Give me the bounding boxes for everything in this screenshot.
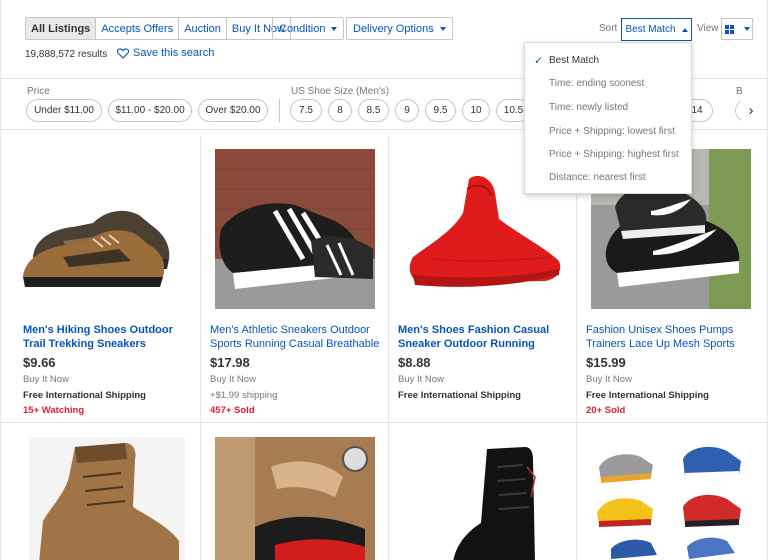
- listing-type-tabs: All Listings Accepts Offers Auction Buy …: [25, 17, 292, 40]
- size-9-pill[interactable]: 9: [395, 99, 419, 122]
- product-image[interactable]: [401, 437, 565, 560]
- product-shipping: Free International Shipping: [398, 390, 521, 401]
- sort-menu: ✓ Best Match Time: ending soonest Time: …: [524, 42, 692, 194]
- view-toggle-button[interactable]: [721, 18, 753, 40]
- sort-option-distance[interactable]: Distance: nearest first: [549, 172, 646, 183]
- chevron-down-icon: [743, 27, 750, 31]
- product-card[interactable]: [201, 423, 389, 560]
- sort-option-price-highest[interactable]: Price + Shipping: highest first: [549, 149, 679, 160]
- chevron-up-icon: [681, 27, 688, 32]
- product-title[interactable]: Fashion Unisex Shoes Pumps Trainers Lace…: [586, 323, 762, 351]
- save-search-label: Save this search: [133, 47, 215, 59]
- product-badge: 20+ Sold: [586, 405, 626, 416]
- product-title[interactable]: Men's Athletic Sneakers Outdoor Sports R…: [210, 323, 384, 351]
- product-image[interactable]: [29, 437, 185, 560]
- price-over-20-pill[interactable]: Over $20.00: [198, 99, 268, 122]
- product-image[interactable]: [23, 149, 175, 309]
- chevron-right-icon[interactable]: ›: [741, 98, 761, 122]
- product-format: Buy It Now: [586, 374, 632, 385]
- product-card[interactable]: [1, 423, 201, 560]
- sort-selected-value: Best Match: [625, 24, 676, 35]
- condition-dropdown[interactable]: Condition: [272, 17, 345, 40]
- size-10-pill[interactable]: 10: [462, 99, 490, 122]
- tab-all-listings[interactable]: All Listings: [26, 18, 97, 39]
- product-card[interactable]: Men's Hiking Shoes Outdoor Trail Trekkin…: [1, 135, 201, 423]
- sort-dropdown-button[interactable]: Best Match: [621, 18, 692, 41]
- checkmark-icon: ✓: [534, 55, 544, 67]
- price-filter-label: Price: [27, 86, 50, 97]
- product-format: Buy It Now: [210, 374, 256, 385]
- product-image[interactable]: [591, 437, 751, 560]
- shoe-size-filter-label: US Shoe Size (Men's): [291, 86, 390, 97]
- condition-label: Condition: [279, 22, 326, 35]
- product-image[interactable]: [215, 437, 375, 560]
- size-8-pill[interactable]: 8: [328, 99, 352, 122]
- product-card[interactable]: [577, 423, 768, 560]
- search-results-page: All Listings Accepts Offers Auction Buy …: [0, 0, 768, 560]
- partial-filter-label: B: [736, 86, 743, 97]
- save-search-link[interactable]: Save this search: [117, 47, 214, 59]
- product-price: $8.88: [398, 355, 431, 370]
- price-11-20-pill[interactable]: $11.00 - $20.00: [108, 99, 192, 122]
- sort-label: Sort: [599, 23, 618, 34]
- product-card[interactable]: [389, 423, 577, 560]
- product-image[interactable]: [215, 149, 375, 309]
- sort-option-newly-listed[interactable]: Time: newly listed: [549, 102, 628, 113]
- product-card[interactable]: Men's Athletic Sneakers Outdoor Sports R…: [201, 135, 389, 423]
- divider: [279, 99, 280, 122]
- product-title[interactable]: Men's Shoes Fashion Casual Sneaker Outdo…: [398, 323, 572, 351]
- chevron-down-icon: [439, 26, 446, 31]
- results-count: 19,888,572 results: [25, 49, 108, 60]
- product-title[interactable]: Men's Hiking Shoes Outdoor Trail Trekkin…: [23, 323, 195, 351]
- product-shipping: +$1.99 shipping: [210, 390, 278, 401]
- size-8-5-pill[interactable]: 8.5: [358, 99, 389, 122]
- price-under-11-pill[interactable]: Under $11.00: [26, 99, 102, 122]
- delivery-label: Delivery Options: [353, 22, 434, 35]
- product-badge: 457+ Sold: [210, 405, 255, 416]
- sort-option-ending-soonest[interactable]: Time: ending soonest: [549, 78, 644, 89]
- product-format: Buy It Now: [398, 374, 444, 385]
- delivery-options-dropdown[interactable]: Delivery Options: [346, 17, 453, 40]
- size-9-5-pill[interactable]: 9.5: [425, 99, 456, 122]
- product-price: $17.98: [210, 355, 250, 370]
- size-7-5-pill[interactable]: 7.5: [290, 99, 322, 122]
- chevron-down-icon: [331, 26, 338, 31]
- heart-icon: [117, 47, 129, 59]
- product-price: $15.99: [586, 355, 626, 370]
- product-badge: 15+ Watching: [23, 405, 85, 416]
- sort-option-price-lowest[interactable]: Price + Shipping: lowest first: [549, 126, 675, 137]
- view-label: View: [697, 23, 719, 34]
- product-price: $9.66: [23, 355, 56, 370]
- grid-view-icon: [724, 24, 734, 34]
- product-grid: Men's Hiking Shoes Outdoor Trail Trekkin…: [1, 135, 768, 560]
- sort-option-best-match[interactable]: Best Match: [549, 55, 599, 66]
- product-format: Buy It Now: [23, 374, 69, 385]
- product-shipping: Free International Shipping: [586, 390, 709, 401]
- tab-accepts-offers[interactable]: Accepts Offers: [96, 18, 180, 39]
- tab-auction[interactable]: Auction: [179, 18, 227, 39]
- product-shipping: Free International Shipping: [23, 390, 146, 401]
